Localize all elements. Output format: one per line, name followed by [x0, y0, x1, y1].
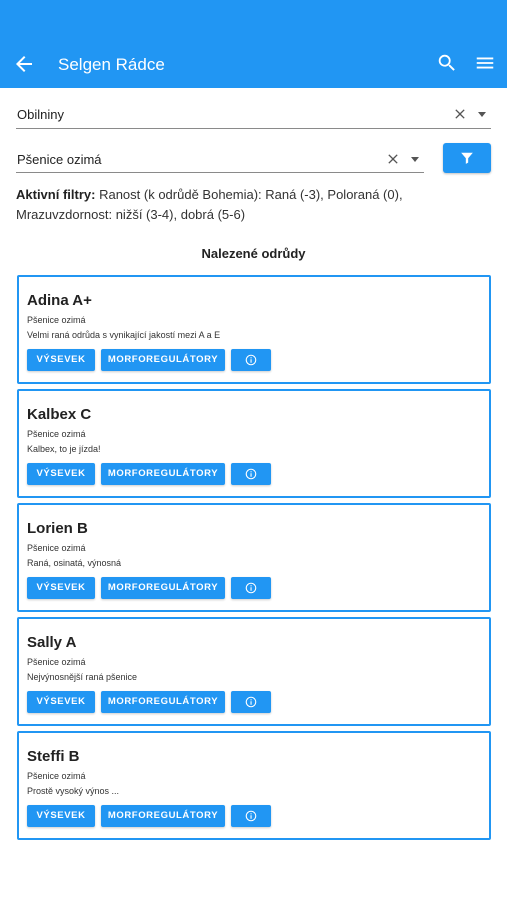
sowing-button[interactable]: VÝSEVEK [27, 691, 95, 713]
sowing-button[interactable]: VÝSEVEK [27, 805, 95, 827]
variety-crop: Pšenice ozimá [27, 543, 86, 553]
back-arrow-icon[interactable] [12, 52, 36, 76]
variety-card[interactable]: Sally A Pšenice ozimá Nejvýnosnější raná p… [17, 617, 491, 726]
variety-name: Sally A [27, 634, 77, 651]
dropdown-arrow-icon[interactable] [411, 157, 419, 162]
variety-description: Kalbex, to je jízda! [27, 444, 101, 454]
clear-icon[interactable] [385, 151, 401, 167]
growth-regulators-button[interactable]: MORFOREGULÁTORY [101, 691, 225, 713]
variety-crop: Pšenice ozimá [27, 771, 86, 781]
info-icon [245, 696, 257, 708]
info-button[interactable] [231, 577, 271, 599]
filter-button[interactable] [443, 143, 491, 173]
info-button[interactable] [231, 349, 271, 371]
info-icon [245, 354, 257, 366]
variety-description: Velmi raná odrůda s vynikající jakostí m… [27, 330, 221, 340]
clear-icon[interactable] [452, 106, 468, 122]
variety-name: Kalbex C [27, 406, 92, 423]
sowing-button[interactable]: VÝSEVEK [27, 463, 95, 485]
variety-description: Nejvýnosnější raná pšenice [27, 672, 138, 682]
variety-type-select[interactable]: Pšenice ozimá [16, 133, 424, 173]
filter-icon [461, 152, 473, 164]
results-title: Nalezené odrůdy [201, 246, 306, 261]
variety-description: Raná, osinatá, výnosná [27, 558, 122, 568]
app-title: Selgen Rádce [58, 55, 165, 74]
variety-card[interactable]: Kalbex C Pšenice ozimá Kalbex, to je jízda… [17, 389, 491, 498]
info-button[interactable] [231, 463, 271, 485]
info-icon [245, 810, 257, 822]
variety-crop: Pšenice ozimá [27, 429, 86, 439]
growth-regulators-button[interactable]: MORFOREGULÁTORY [101, 463, 225, 485]
active-filters: Aktivní filtry: Ranost (k odrůdě Bohemia… [16, 185, 494, 225]
dropdown-arrow-icon[interactable] [478, 112, 486, 117]
variety-crop: Pšenice ozimá [27, 657, 86, 667]
app-bar: Selgen Rádce [0, 0, 507, 88]
variety-crop: Pšenice ozimá [27, 315, 86, 325]
info-button[interactable] [231, 805, 271, 827]
variety-type-select-value: Pšenice ozimá [17, 152, 102, 167]
variety-name: Lorien B [27, 520, 88, 537]
variety-card[interactable]: Adina A+ Pšenice ozimá Velmi raná odrůda s… [17, 275, 491, 384]
crop-select[interactable]: Obilniny [16, 89, 491, 129]
crop-select-value: Obilniny [17, 107, 64, 122]
sowing-button[interactable]: VÝSEVEK [27, 577, 95, 599]
variety-description: Prostě vysoký výnos ... [27, 786, 120, 796]
info-icon [245, 582, 257, 594]
growth-regulators-button[interactable]: MORFOREGULÁTORY [101, 805, 225, 827]
variety-name: Steffi B [27, 748, 80, 765]
variety-card[interactable]: Steffi B Pšenice ozimá Prostě vysoký výnos… [17, 731, 491, 840]
growth-regulators-button[interactable]: MORFOREGULÁTORY [101, 349, 225, 371]
info-button[interactable] [231, 691, 271, 713]
variety-name: Adina A+ [27, 292, 92, 309]
growth-regulators-button[interactable]: MORFOREGULÁTORY [101, 577, 225, 599]
menu-icon[interactable] [474, 52, 496, 74]
info-icon [245, 468, 257, 480]
sowing-button[interactable]: VÝSEVEK [27, 349, 95, 371]
active-filters-label: Aktivní filtry: [16, 187, 96, 202]
variety-card[interactable]: Lorien B Pšenice ozimá Raná, osinatá, výno… [17, 503, 491, 612]
search-icon[interactable] [436, 52, 458, 74]
